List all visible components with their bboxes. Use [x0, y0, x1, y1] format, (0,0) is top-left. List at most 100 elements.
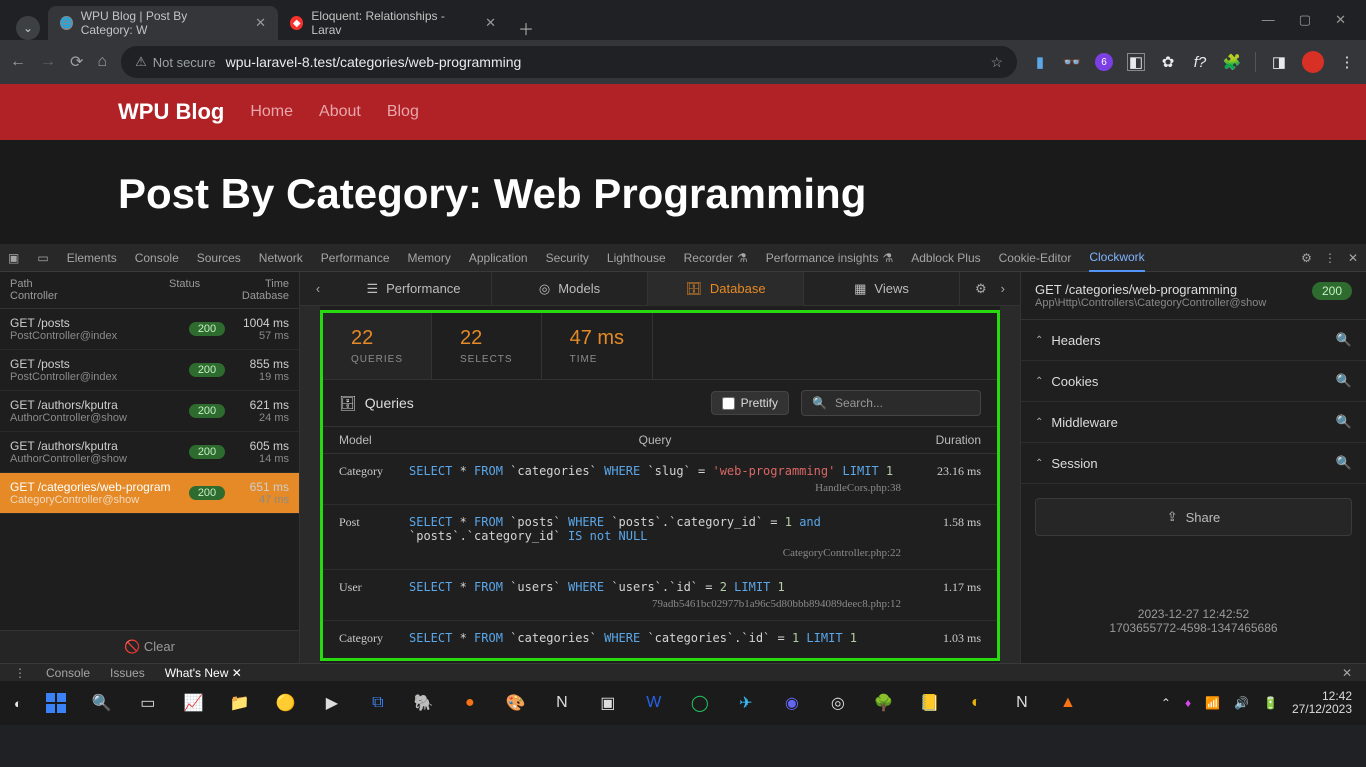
kebab-menu-icon[interactable]: ⋮	[1338, 53, 1356, 71]
dt-tab-perf-insights[interactable]: Performance insights ⚗	[766, 251, 893, 265]
app-icon[interactable]: ◐	[964, 691, 988, 715]
file-explorer-icon[interactable]: 📁	[228, 691, 252, 715]
volume-icon[interactable]: 🔊	[1234, 696, 1249, 710]
discord-icon[interactable]: ◉	[780, 691, 804, 715]
close-icon[interactable]: ✕	[255, 15, 266, 31]
drawer-issues[interactable]: Issues	[110, 666, 145, 680]
nav-home[interactable]: Home	[250, 103, 293, 121]
task-view-icon[interactable]: ▭	[136, 691, 160, 715]
dt-tab-security[interactable]: Security	[546, 251, 589, 265]
minimize-button[interactable]: —	[1262, 12, 1275, 28]
battery-icon[interactable]: 🔋	[1263, 696, 1278, 710]
extension-icon[interactable]: 👓	[1063, 53, 1081, 71]
chevron-up-icon[interactable]: ⌃	[1161, 696, 1171, 710]
nav-about[interactable]: About	[319, 103, 361, 121]
inspect-icon[interactable]: ▣	[8, 251, 19, 265]
start-button[interactable]	[44, 691, 68, 715]
accordion-middleware[interactable]: ⌃Middleware🔍	[1021, 402, 1366, 443]
bookmark-star-icon[interactable]: ☆	[990, 54, 1003, 71]
app-icon[interactable]: 📒	[918, 691, 942, 715]
prettify-toggle[interactable]: Prettify	[711, 391, 789, 415]
new-tab-button[interactable]: ＋	[518, 16, 534, 40]
forward-button[interactable]: →	[40, 53, 56, 71]
dt-tab-application[interactable]: Application	[469, 251, 528, 265]
scrollbar[interactable]	[1000, 306, 1020, 663]
notion-icon[interactable]: N	[550, 691, 574, 715]
vscode-icon[interactable]: ⧉	[366, 691, 390, 715]
side-panel-icon[interactable]: ◨	[1270, 53, 1288, 71]
tray-icon[interactable]: ♦	[1185, 696, 1191, 710]
extension-icon[interactable]: ▮	[1031, 53, 1049, 71]
drawer-console[interactable]: Console	[46, 666, 90, 680]
accordion-cookies[interactable]: ⌃Cookies🔍	[1021, 361, 1366, 402]
extension-icon[interactable]: 6	[1095, 53, 1113, 71]
chevron-right-icon[interactable]: ›	[1001, 281, 1005, 297]
dt-tab-network[interactable]: Network	[259, 251, 303, 265]
dt-tab-adblock[interactable]: Adblock Plus	[911, 251, 980, 265]
terminal-icon[interactable]: ▣	[596, 691, 620, 715]
request-row[interactable]: GET /categories/web-programCategoryContr…	[0, 473, 299, 514]
dt-tab-clockwork[interactable]: Clockwork	[1089, 244, 1144, 272]
security-indicator[interactable]: ⚠ Not secure	[135, 54, 216, 70]
chrome-icon[interactable]: 🟡	[274, 691, 298, 715]
weather-widget[interactable]: ◐	[14, 696, 22, 711]
home-button[interactable]: ⌂	[97, 53, 107, 71]
dt-tab-performance[interactable]: Performance	[321, 251, 390, 265]
extensions-button[interactable]: 🧩	[1223, 53, 1241, 71]
word-icon[interactable]: W	[642, 691, 666, 715]
tab-performance[interactable]: ☰ Performance	[336, 272, 492, 306]
obs-icon[interactable]: ◎	[826, 691, 850, 715]
app-icon[interactable]: 🌳	[872, 691, 896, 715]
close-icon[interactable]: ✕	[1348, 251, 1358, 265]
close-icon[interactable]: ✕	[485, 15, 496, 31]
kebab-menu-icon[interactable]: ⋮	[14, 666, 26, 680]
figma-icon[interactable]: 🎨	[504, 691, 528, 715]
tab-search-dropdown[interactable]: ⌄	[16, 16, 40, 40]
site-brand[interactable]: WPU Blog	[118, 99, 224, 125]
reload-button[interactable]: ⟳	[70, 52, 83, 72]
app-icon[interactable]: 🐘	[412, 691, 436, 715]
request-row[interactable]: GET /postsPostController@index200855 ms1…	[0, 350, 299, 391]
telegram-icon[interactable]: ✈	[734, 691, 758, 715]
close-window-button[interactable]: ✕	[1335, 12, 1346, 28]
stat-time[interactable]: 47 ms TIME	[542, 313, 653, 379]
share-button[interactable]: ⇪ Share	[1035, 498, 1352, 536]
vlc-icon[interactable]: ▲	[1056, 691, 1080, 715]
whatsapp-icon[interactable]: ◯	[688, 691, 712, 715]
clear-button[interactable]: 🚫 Clear	[0, 630, 299, 663]
kebab-menu-icon[interactable]: ⋮	[1324, 251, 1336, 265]
scrollbar[interactable]	[300, 306, 320, 663]
drawer-whats-new[interactable]: What's New ✕	[165, 666, 242, 680]
profile-avatar[interactable]	[1302, 51, 1324, 73]
request-row[interactable]: GET /authors/kputraAuthorController@show…	[0, 432, 299, 473]
query-row[interactable]: Category SELECT * FROM `categories` WHER…	[323, 621, 997, 656]
query-row[interactable]: Category SELECT * FROM `categories` WHER…	[323, 454, 997, 505]
nav-blog[interactable]: Blog	[387, 103, 419, 121]
search-icon[interactable]: 🔍	[1336, 373, 1352, 389]
query-row[interactable]: User SELECT * FROM `users` WHERE `users`…	[323, 570, 997, 621]
back-button[interactable]: ←	[10, 53, 26, 71]
dt-tab-cookie-editor[interactable]: Cookie-Editor	[999, 251, 1072, 265]
extension-icon[interactable]: f?	[1191, 53, 1209, 71]
stat-selects[interactable]: 22 SELECTS	[432, 313, 542, 379]
request-row[interactable]: GET /authors/kputraAuthorController@show…	[0, 391, 299, 432]
app-icon[interactable]: N	[1010, 691, 1034, 715]
dt-tab-elements[interactable]: Elements	[67, 251, 117, 265]
request-row[interactable]: GET /postsPostController@index2001004 ms…	[0, 309, 299, 350]
dt-tab-sources[interactable]: Sources	[197, 251, 241, 265]
device-icon[interactable]: ▭	[37, 251, 48, 265]
query-row[interactable]: Post SELECT * FROM `posts` WHERE `posts`…	[323, 505, 997, 570]
gear-icon[interactable]: ⚙	[1301, 251, 1312, 265]
stat-queries[interactable]: 22 QUERIES	[323, 313, 432, 379]
dt-tab-memory[interactable]: Memory	[408, 251, 451, 265]
search-icon[interactable]: 🔍	[1336, 414, 1352, 430]
tab-database[interactable]: 🗄 Database	[648, 272, 804, 306]
dt-tab-lighthouse[interactable]: Lighthouse	[607, 251, 666, 265]
accordion-headers[interactable]: ⌃Headers🔍	[1021, 320, 1366, 361]
maximize-button[interactable]: ▢	[1299, 12, 1311, 28]
search-input[interactable]: 🔍 Search...	[801, 390, 981, 416]
search-icon[interactable]: 🔍	[1336, 455, 1352, 471]
gear-icon[interactable]: ⚙	[975, 281, 987, 297]
youtube-icon[interactable]: ▶	[320, 691, 344, 715]
browser-tab-0[interactable]: 🌐 WPU Blog | Post By Category: W ✕	[48, 6, 278, 40]
